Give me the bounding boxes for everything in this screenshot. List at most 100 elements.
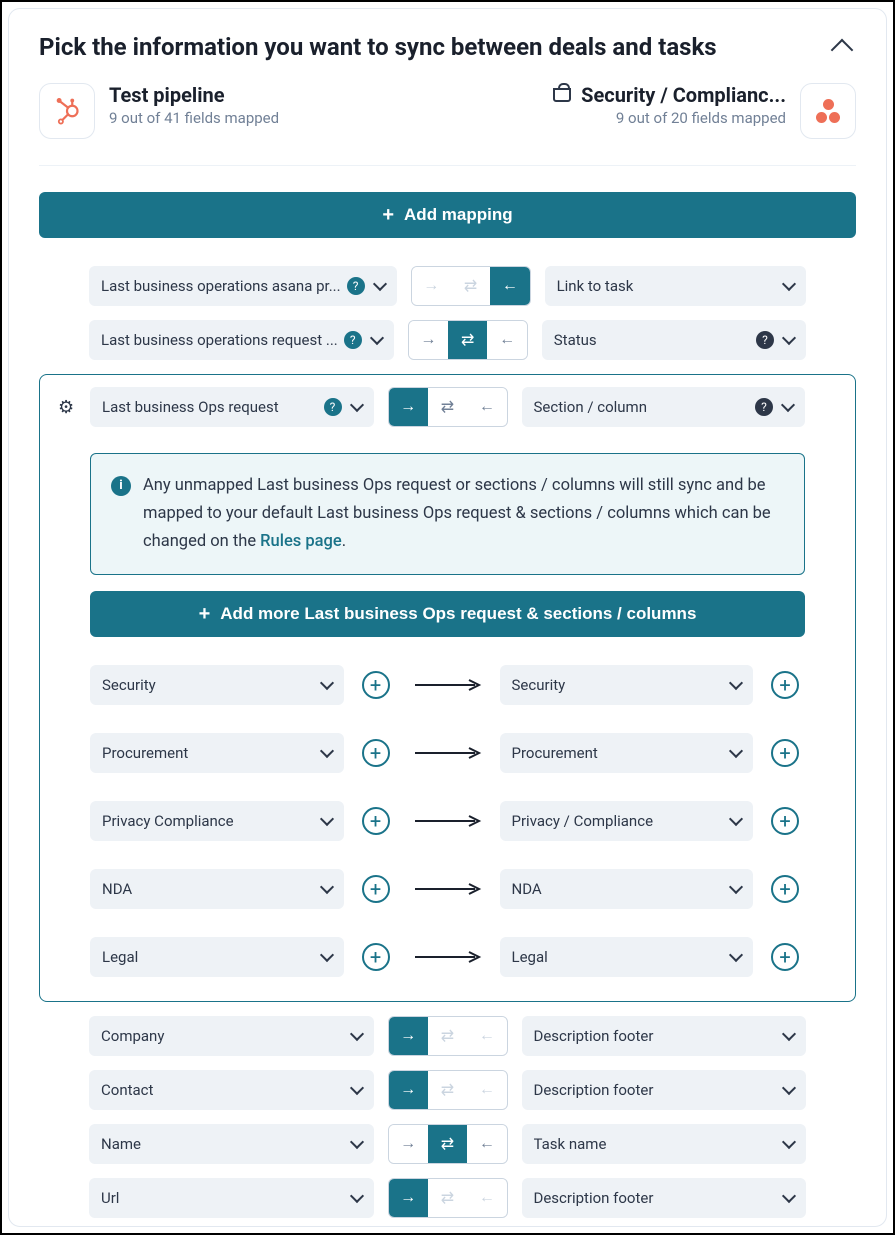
direction-left-button[interactable]: ← (490, 267, 529, 305)
left-field-select[interactable]: Name (89, 1124, 374, 1164)
arrow-right-icon (408, 951, 488, 963)
chevron-down-icon (782, 1081, 796, 1095)
asana-icon (812, 99, 844, 123)
left-sub-field-label: Privacy Compliance (102, 812, 312, 830)
right-field-select[interactable]: Description footer (522, 1178, 807, 1218)
arrow-right-icon (408, 747, 488, 759)
add-right-button[interactable]: + (771, 671, 799, 699)
direction-toggle: → ⇄ ← (388, 1070, 508, 1110)
right-field-select[interactable]: Status ? (542, 320, 806, 360)
right-field-select[interactable]: Link to task (545, 266, 806, 306)
direction-both-button[interactable]: ⇄ (451, 267, 490, 305)
left-field-select[interactable]: Last business operations asana pr... ? (89, 266, 397, 306)
direction-right-button[interactable]: → (389, 1017, 428, 1055)
help-icon[interactable]: ? (324, 398, 342, 416)
direction-left-button[interactable]: ← (467, 1125, 506, 1163)
help-icon[interactable]: ? (755, 398, 773, 416)
add-right-button[interactable]: + (771, 943, 799, 971)
direction-left-button[interactable]: ← (467, 1017, 506, 1055)
sub-mapping-row: Legal + Legal + (90, 937, 805, 977)
right-field-select[interactable]: Description footer (522, 1016, 807, 1056)
expanded-mapping-block: ⚙ Last business Ops request ? → ⇄ ← Sect… (39, 374, 856, 1002)
left-field-select[interactable]: Url (89, 1178, 374, 1218)
direction-right-button[interactable]: → (409, 321, 448, 359)
add-left-button[interactable]: + (362, 807, 390, 835)
left-source-subtitle: 9 out of 41 fields mapped (109, 109, 279, 127)
direction-left-button[interactable]: ← (467, 1071, 506, 1109)
left-sub-field-select[interactable]: Legal (90, 937, 344, 977)
add-right-button[interactable]: + (771, 875, 799, 903)
add-left-button[interactable]: + (362, 875, 390, 903)
right-field-select[interactable]: Section / column ? (522, 387, 806, 427)
chevron-down-icon (349, 398, 363, 412)
gear-icon[interactable]: ⚙ (58, 397, 74, 418)
direction-both-button[interactable]: ⇄ (428, 388, 467, 426)
direction-right-button[interactable]: → (389, 388, 428, 426)
direction-left-button[interactable]: ← (467, 1179, 506, 1217)
left-field-select[interactable]: Contact (89, 1070, 374, 1110)
direction-both-button[interactable]: ⇄ (428, 1179, 467, 1217)
right-sub-field-select[interactable]: NDA (500, 869, 754, 909)
add-right-button[interactable]: + (771, 807, 799, 835)
help-icon[interactable]: ? (344, 331, 362, 349)
right-sub-field-label: Privacy / Compliance (512, 812, 722, 830)
collapse-icon[interactable] (831, 39, 854, 62)
help-icon[interactable]: ? (756, 331, 774, 349)
info-text: Any unmapped Last business Ops request o… (143, 472, 784, 556)
left-sub-field-select[interactable]: Procurement (90, 733, 344, 773)
add-right-button[interactable]: + (771, 739, 799, 767)
direction-right-button[interactable]: → (389, 1179, 428, 1217)
left-sub-field-select[interactable]: Security (90, 665, 344, 705)
direction-both-button[interactable]: ⇄ (428, 1125, 467, 1163)
add-left-button[interactable]: + (362, 943, 390, 971)
right-sub-field-select[interactable]: Security (500, 665, 754, 705)
direction-toggle: → ⇄ ← (388, 387, 508, 427)
sub-mapping-row: NDA + NDA + (90, 869, 805, 909)
rules-page-link[interactable]: Rules page (260, 532, 342, 551)
hubspot-logo (39, 83, 95, 139)
direction-right-button[interactable]: → (412, 267, 451, 305)
chevron-down-icon (319, 676, 333, 690)
direction-right-button[interactable]: → (389, 1071, 428, 1109)
direction-left-button[interactable]: ← (487, 321, 526, 359)
direction-toggle: → ⇄ ← (388, 1178, 508, 1218)
left-field-select[interactable]: Last business Ops request ? (90, 387, 374, 427)
left-field-select[interactable]: Last business operations request ... ? (89, 320, 394, 360)
plus-icon: + (199, 604, 211, 624)
right-sub-field-label: NDA (512, 880, 722, 898)
left-sub-field-select[interactable]: NDA (90, 869, 344, 909)
add-mapping-button[interactable]: + Add mapping (39, 192, 856, 238)
right-field-select[interactable]: Description footer (522, 1070, 807, 1110)
left-field-select[interactable]: Company (89, 1016, 374, 1056)
right-field-label: Link to task (557, 277, 774, 295)
direction-both-button[interactable]: ⇄ (428, 1017, 467, 1055)
sub-mapping-row: Procurement + Procurement + (90, 733, 805, 773)
chevron-down-icon (782, 277, 796, 291)
chevron-down-icon (349, 1189, 363, 1203)
right-field-select[interactable]: Task name (522, 1124, 807, 1164)
direction-right-button[interactable]: → (389, 1125, 428, 1163)
add-left-button[interactable]: + (362, 671, 390, 699)
add-left-button[interactable]: + (362, 739, 390, 767)
left-field-label: Company (101, 1027, 342, 1045)
left-sub-field-select[interactable]: Privacy Compliance (90, 801, 344, 841)
right-sub-field-select[interactable]: Legal (500, 937, 754, 977)
arrow-right-icon (408, 679, 488, 691)
right-sub-field-select[interactable]: Privacy / Compliance (500, 801, 754, 841)
help-icon[interactable]: ? (347, 277, 365, 295)
right-sub-field-select[interactable]: Procurement (500, 733, 754, 773)
right-field-label: Status (554, 331, 750, 349)
right-field-label: Task name (534, 1135, 775, 1153)
right-sub-field-label: Procurement (512, 744, 722, 762)
left-field-label: Contact (101, 1081, 342, 1099)
chevron-down-icon (729, 744, 743, 758)
mapping-row: Last business operations asana pr... ? →… (39, 266, 856, 306)
direction-both-button[interactable]: ⇄ (428, 1071, 467, 1109)
direction-toggle: → ⇄ ← (411, 266, 531, 306)
sync-config-card: Pick the information you want to sync be… (8, 8, 887, 1227)
sub-mapping-row: Security + Security + (90, 665, 805, 705)
add-more-sections-button[interactable]: + Add more Last business Ops request & s… (90, 591, 805, 637)
direction-left-button[interactable]: ← (467, 388, 506, 426)
direction-both-button[interactable]: ⇄ (448, 321, 487, 359)
chevron-down-icon (782, 1135, 796, 1149)
